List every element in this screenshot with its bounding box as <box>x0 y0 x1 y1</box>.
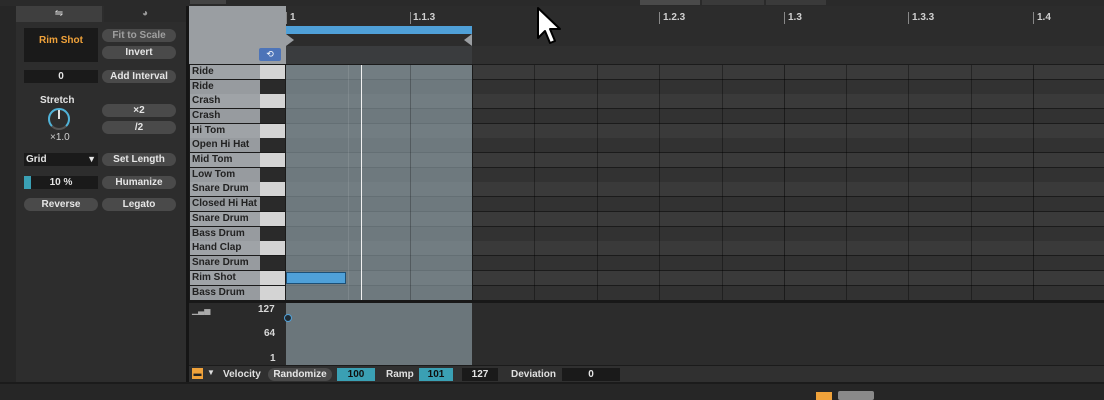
lane-key[interactable] <box>260 153 285 167</box>
ruler-marker-1-2-3: 1.2.3 <box>663 12 686 23</box>
midi-note[interactable] <box>286 272 346 284</box>
velocity-label: Velocity <box>223 369 261 380</box>
top-tab-notes[interactable] <box>640 0 700 5</box>
top-tab-left[interactable] <box>190 0 226 4</box>
deviation-field[interactable]: 0 <box>562 368 620 381</box>
ruler-marker-1-3-3: 1.3.3 <box>912 12 935 23</box>
lane-label[interactable]: Closed Hi Hat <box>190 197 260 211</box>
velocity-fold-icon[interactable]: ▬ <box>192 368 203 379</box>
panel-tab-transform[interactable]: ⇋ <box>16 6 102 22</box>
lane-key[interactable] <box>260 241 285 255</box>
lane-label[interactable]: Crash <box>190 94 260 108</box>
ramp-start-field[interactable]: 101 <box>419 368 453 381</box>
stretch-value: ×1.0 <box>50 132 70 143</box>
lane-label[interactable]: Ride <box>190 65 260 79</box>
velocity-scale-1: 1 <box>270 353 276 364</box>
top-tab-envelopes[interactable] <box>702 0 764 5</box>
lane-label[interactable]: Hi Tom <box>190 124 260 138</box>
velocity-expand-icon[interactable]: ▼ <box>207 368 215 377</box>
add-interval-button[interactable]: Add Interval <box>102 70 176 83</box>
ruler-tick <box>784 12 785 24</box>
ruler-marker-1-4: 1.4 <box>1037 12 1051 23</box>
grid-dropdown[interactable]: Grid ▼ <box>24 153 98 166</box>
chevron-down-icon: ▼ <box>87 154 96 164</box>
ramp-label: Ramp <box>386 369 414 380</box>
lane-key[interactable] <box>260 138 285 152</box>
lane-label[interactable]: Hand Clap <box>190 241 260 255</box>
ruler-tick <box>659 12 660 24</box>
lane-label[interactable]: Snare Drum <box>190 212 260 226</box>
panel-tab-tools[interactable]: ◕ <box>104 6 186 22</box>
lane-label[interactable]: Bass Drum <box>190 227 260 241</box>
lane-key[interactable] <box>260 109 285 123</box>
stretch-knob[interactable] <box>47 107 71 131</box>
lane-key[interactable] <box>260 271 285 285</box>
velocity-scale-64: 64 <box>264 328 276 339</box>
grid-dropdown-label: Grid <box>26 154 47 165</box>
status-play-indicator[interactable] <box>816 392 832 400</box>
humanize-amount-slider[interactable]: 10 % <box>24 176 98 189</box>
deviation-label: Deviation <box>511 369 557 380</box>
lane-label[interactable]: Crash <box>190 109 260 123</box>
velocity-scale-127: 127 <box>258 304 275 315</box>
lane-label[interactable]: Bass Drum <box>190 286 260 300</box>
lane-key[interactable] <box>260 168 285 182</box>
loop-start-marker[interactable] <box>286 34 294 46</box>
lane-key[interactable] <box>260 124 285 138</box>
times2-button[interactable]: ×2 <box>102 104 176 117</box>
ruler-tick <box>410 12 411 24</box>
interval-value-field[interactable]: 0 <box>24 70 98 83</box>
lane-label[interactable]: Mid Tom <box>190 153 260 167</box>
left-panel <box>16 6 186 382</box>
status-scroll-thumb[interactable] <box>838 391 874 400</box>
ruler-tick <box>908 12 909 24</box>
lane-key[interactable] <box>260 256 285 270</box>
lane-key[interactable] <box>260 94 285 108</box>
lane-key[interactable] <box>260 197 285 211</box>
loop-brace[interactable] <box>286 26 472 34</box>
top-tab-mpe[interactable] <box>766 0 826 5</box>
set-length-button[interactable]: Set Length <box>102 153 176 166</box>
lane-key[interactable] <box>260 80 285 94</box>
lane-key[interactable] <box>260 65 285 79</box>
ruler-marker-1: 1 <box>290 12 296 23</box>
humanize-button[interactable]: Humanize <box>102 176 176 189</box>
lane-key[interactable] <box>260 212 285 226</box>
lane-key[interactable] <box>260 182 285 196</box>
stretch-label: Stretch <box>40 95 75 106</box>
ruler-marker-1-3: 1.3 <box>788 12 802 23</box>
reverse-button[interactable]: Reverse <box>24 198 98 211</box>
ruler-sub-strip-loop <box>286 46 472 64</box>
fit-to-scale-button[interactable]: Fit to Scale <box>102 29 176 42</box>
time-ruler[interactable] <box>286 6 1104 46</box>
randomize-button[interactable]: Randomize <box>268 368 332 381</box>
lane-key[interactable] <box>260 286 285 300</box>
lane-label[interactable]: Rim Shot <box>190 271 260 285</box>
ruler-marker-1-1-3: 1.1.3 <box>413 12 436 23</box>
randomize-value-field[interactable]: 100 <box>337 368 375 381</box>
ruler-tick <box>286 12 287 24</box>
loop-region-overlay <box>286 65 472 300</box>
legato-button[interactable]: Legato <box>102 198 176 211</box>
selected-lane-display: Rim Shot <box>24 28 98 62</box>
lane-label[interactable]: Low Tom <box>190 168 260 182</box>
lane-key[interactable] <box>260 227 285 241</box>
velocity-marker[interactable] <box>284 314 292 322</box>
lane-label[interactable]: Snare Drum <box>190 182 260 196</box>
left-edge-strip <box>0 6 16 382</box>
loop-toggle-icon[interactable]: ⟲ <box>259 48 281 61</box>
ruler-tick <box>1033 12 1034 24</box>
invert-button[interactable]: Invert <box>102 46 176 59</box>
humanize-amount-value: 10 % <box>49 177 73 188</box>
lane-label[interactable]: Snare Drum <box>190 256 260 270</box>
velocity-bars-icon: ▁▃▅ <box>192 306 211 315</box>
ramp-end-field[interactable]: 127 <box>462 368 498 381</box>
lane-label[interactable]: Open Hi Hat <box>190 138 260 152</box>
lane-label[interactable]: Ride <box>190 80 260 94</box>
status-bar <box>0 384 1104 400</box>
mouse-cursor-icon <box>536 6 566 46</box>
velocity-loop-overlay <box>286 303 472 365</box>
div2-button[interactable]: /2 <box>102 121 176 134</box>
loop-end-marker[interactable] <box>464 34 472 46</box>
